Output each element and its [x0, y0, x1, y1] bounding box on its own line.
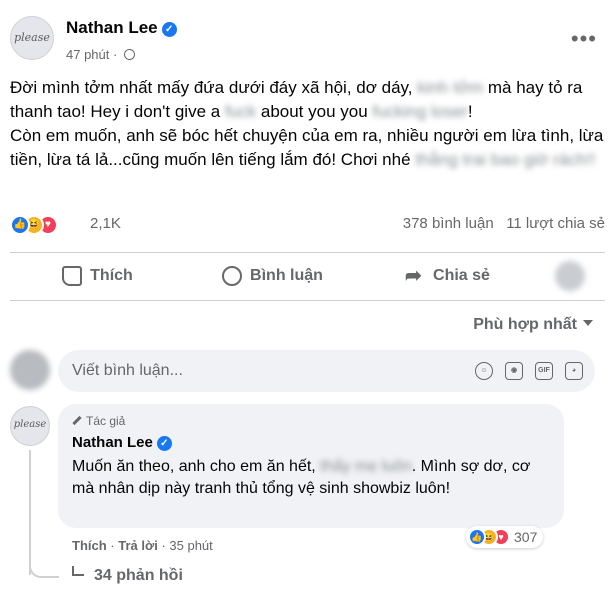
- like-reaction-icon: 👍: [10, 215, 30, 235]
- blurred-text: thấy mẹ luôn: [320, 458, 412, 475]
- comment-reply-link[interactable]: Trả lời: [118, 538, 158, 553]
- comment-button[interactable]: Bình luận: [185, 256, 360, 296]
- gif-icon[interactable]: GIF: [535, 362, 553, 380]
- author-name[interactable]: Nathan Lee ✓: [66, 18, 177, 38]
- post-time[interactable]: 47 phút: [66, 47, 109, 62]
- audience-selector[interactable]: [535, 256, 605, 296]
- author-tag: Tác giả: [72, 414, 125, 428]
- comment-count[interactable]: 378 bình luận: [403, 215, 494, 232]
- reply-arrow-icon: [72, 566, 84, 576]
- blurred-text: fucking loser: [372, 102, 468, 121]
- commenter-avatar[interactable]: please: [10, 406, 50, 446]
- thumbs-up-icon: [62, 266, 83, 286]
- pen-icon: [72, 415, 82, 426]
- author-avatar[interactable]: please: [10, 16, 54, 60]
- current-user-avatar: [10, 350, 50, 390]
- more-options-icon[interactable]: •••: [571, 26, 597, 52]
- comment-like-link[interactable]: Thích: [72, 538, 107, 553]
- comment-icon: [222, 266, 243, 286]
- thread-curve: [29, 560, 59, 578]
- globe-icon: [123, 49, 135, 60]
- comment-author[interactable]: Nathan Lee ✓: [72, 434, 172, 451]
- caret-down-icon: [583, 320, 593, 326]
- blurred-avatar: [555, 261, 585, 291]
- blurred-text: fuck: [224, 102, 257, 121]
- verified-badge-icon: ✓: [161, 22, 177, 37]
- comment-share-counts: 378 bình luận 11 lượt chia sẻ: [403, 215, 605, 232]
- post-content: Đời mình tởm nhất mấy đứa dưới đáy xã hộ…: [10, 78, 604, 169]
- like-reaction-icon: 👍: [468, 528, 486, 546]
- emoji-icon[interactable]: ☺: [475, 362, 493, 380]
- comment-text: Muốn ăn theo, anh cho em ăn hết, thấy mẹ…: [72, 458, 531, 497]
- thread-line: [29, 450, 31, 575]
- blurred-text: thằng trai bao giờ rách!!: [415, 150, 596, 169]
- reaction-icons[interactable]: 👍 😆 ♥: [10, 214, 58, 235]
- share-button[interactable]: ➦ Chia sẻ: [360, 256, 535, 296]
- divider: [10, 252, 605, 253]
- comment-time[interactable]: 35 phút: [169, 538, 212, 553]
- post-meta: 47 phút ·: [66, 47, 135, 62]
- blurred-text: kinh tởm: [417, 78, 484, 97]
- post-action-bar: Thích Bình luận ➦ Chia sẻ: [10, 256, 605, 296]
- comment-sort-dropdown[interactable]: Phù hợp nhất: [473, 316, 593, 334]
- comment-bubble: Tác giả Nathan Lee ✓ Muốn ăn theo, anh ch…: [58, 404, 564, 528]
- comment-input[interactable]: Viết bình luận... ☺ ◉ GIF ◕: [58, 350, 595, 392]
- share-count[interactable]: 11 lượt chia sẻ: [506, 215, 605, 232]
- camera-icon[interactable]: ◉: [505, 362, 523, 380]
- comment-reactions[interactable]: 👍 😆 ♥ 307: [466, 526, 544, 548]
- verified-badge-icon: ✓: [156, 436, 172, 451]
- share-icon: ➦: [405, 265, 422, 287]
- reaction-count[interactable]: 2,1K: [90, 215, 121, 232]
- post-header: please Nathan Lee ✓ 47 phút · •••: [0, 0, 615, 70]
- comment-actions: Thích · Trả lời · 35 phút: [72, 538, 213, 553]
- view-replies-link[interactable]: 34 phản hồi: [72, 566, 183, 585]
- comment-input-placeholder: Viết bình luận...: [72, 362, 183, 379]
- sticker-icon[interactable]: ◕: [565, 362, 583, 380]
- divider: [10, 300, 605, 301]
- comment-reaction-count: 307: [514, 529, 538, 545]
- post-stats: 👍 😆 ♥ 2,1K 378 bình luận 11 lượt chia sẻ: [10, 209, 605, 239]
- like-button[interactable]: Thích: [10, 256, 185, 296]
- comment-input-tools: ☺ ◉ GIF ◕: [475, 362, 583, 380]
